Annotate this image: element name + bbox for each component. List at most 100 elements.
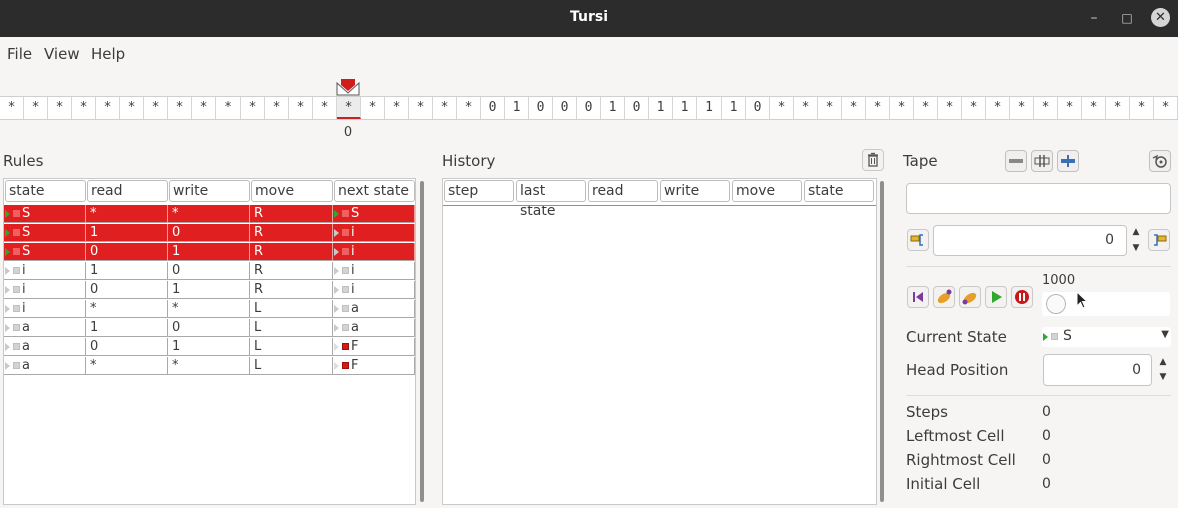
reset-view-button[interactable] bbox=[1149, 150, 1171, 172]
rule-cell-state[interactable]: a bbox=[4, 338, 86, 356]
rule-cell-move[interactable]: R bbox=[250, 262, 333, 280]
current-state-select[interactable]: S ▼ bbox=[1042, 327, 1171, 347]
rule-cell-write[interactable]: 0 bbox=[168, 319, 250, 337]
head-position-down-icon[interactable]: ▼ bbox=[1154, 372, 1172, 382]
rules-column-header[interactable]: write bbox=[169, 180, 250, 202]
rule-cell-read[interactable]: 0 bbox=[86, 243, 168, 261]
reset-button[interactable] bbox=[907, 286, 929, 308]
write-right-button[interactable] bbox=[1148, 229, 1170, 251]
rule-row[interactable]: i * * La bbox=[4, 300, 415, 318]
rule-cell-write[interactable]: * bbox=[168, 300, 250, 318]
rule-cell-next-state[interactable]: F bbox=[333, 338, 415, 356]
rule-cell-state[interactable]: i bbox=[4, 262, 86, 280]
tape-cell[interactable]: * bbox=[192, 97, 216, 119]
tape-cell[interactable]: * bbox=[1058, 97, 1082, 119]
rule-cell-move[interactable]: R bbox=[250, 224, 333, 242]
clear-history-button[interactable] bbox=[862, 149, 884, 171]
tape-cell[interactable]: 1 bbox=[697, 97, 722, 119]
stop-button[interactable] bbox=[1011, 286, 1033, 308]
tape-cell[interactable]: * bbox=[794, 97, 818, 119]
tape-cell[interactable]: 1 bbox=[722, 97, 746, 119]
tape-cell[interactable]: 1 bbox=[649, 97, 673, 119]
tape-cell[interactable]: * bbox=[1154, 97, 1178, 119]
rules-scrollbar[interactable] bbox=[420, 181, 424, 502]
tape-cell[interactable]: 0 bbox=[746, 97, 770, 119]
position-down-icon[interactable]: ▼ bbox=[1127, 243, 1145, 253]
tape-cell[interactable]: * bbox=[144, 97, 168, 119]
tape-cell[interactable]: * bbox=[866, 97, 890, 119]
rule-row[interactable]: a 1 0 La bbox=[4, 319, 415, 337]
rule-cell-write[interactable]: 0 bbox=[168, 224, 250, 242]
tape-cell[interactable]: * bbox=[1010, 97, 1034, 119]
rule-cell-next-state[interactable]: F bbox=[333, 357, 415, 375]
rule-cell-move[interactable]: L bbox=[250, 357, 333, 375]
rule-row[interactable]: S 1 0 Ri bbox=[4, 224, 415, 242]
rule-row[interactable]: S * * R S bbox=[4, 205, 415, 223]
rules-table[interactable]: state read write move next state S * * R S S 1 0 Ri S… bbox=[3, 178, 416, 505]
tape-cell[interactable]: 1 bbox=[505, 97, 529, 119]
rule-cell-read[interactable]: * bbox=[86, 300, 168, 318]
minimize-icon[interactable]: – bbox=[1085, 9, 1103, 27]
rules-column-header[interactable]: read bbox=[87, 180, 168, 202]
tape-cell[interactable]: * bbox=[265, 97, 289, 119]
history-scrollbar[interactable] bbox=[880, 181, 884, 502]
position-up-icon[interactable]: ▲ bbox=[1127, 227, 1145, 237]
position-field[interactable]: 0 bbox=[933, 225, 1127, 256]
tape-cell[interactable]: 0 bbox=[553, 97, 577, 119]
rule-cell-move[interactable]: R bbox=[250, 243, 333, 261]
tape-head-cell[interactable]: * bbox=[337, 97, 361, 119]
rule-cell-state[interactable]: i bbox=[4, 281, 86, 299]
tape-cell[interactable]: * bbox=[241, 97, 265, 119]
history-column-header[interactable]: step bbox=[444, 180, 514, 202]
history-column-header[interactable]: last state bbox=[516, 180, 586, 219]
rule-row[interactable]: i 1 0 Ri bbox=[4, 262, 415, 280]
tape-cell[interactable]: * bbox=[962, 97, 986, 119]
tape-cell[interactable]: * bbox=[72, 97, 96, 119]
rule-cell-read[interactable]: 0 bbox=[86, 338, 168, 356]
rule-cell-write[interactable]: * bbox=[168, 357, 250, 375]
menu-view[interactable]: View bbox=[44, 45, 80, 63]
maximize-icon[interactable]: □ bbox=[1118, 9, 1136, 27]
rules-column-header[interactable]: move bbox=[251, 180, 333, 202]
rule-cell-read[interactable]: 0 bbox=[86, 281, 168, 299]
rule-cell-next-state[interactable]: a bbox=[333, 319, 415, 337]
history-column-header[interactable]: write bbox=[660, 180, 730, 202]
tape-cell[interactable]: 0 bbox=[481, 97, 505, 119]
rule-cell-read[interactable]: 1 bbox=[86, 262, 168, 280]
rule-cell-state[interactable]: S bbox=[4, 224, 86, 242]
tape-cell[interactable]: * bbox=[1130, 97, 1154, 119]
speed-slider[interactable] bbox=[1042, 292, 1170, 316]
tape-cell[interactable]: * bbox=[216, 97, 241, 119]
history-column-header[interactable]: state bbox=[804, 180, 874, 202]
rule-cell-write[interactable]: 1 bbox=[168, 243, 250, 261]
tape-cell[interactable]: * bbox=[385, 97, 409, 119]
rule-cell-state[interactable]: S bbox=[4, 205, 86, 223]
tape-cell[interactable]: * bbox=[457, 97, 481, 119]
run-button[interactable] bbox=[985, 286, 1007, 308]
tape-cell[interactable]: * bbox=[1034, 97, 1058, 119]
rule-cell-move[interactable]: L bbox=[250, 300, 333, 318]
rule-cell-state[interactable]: i bbox=[4, 300, 86, 318]
head-position-field[interactable]: 0 bbox=[1043, 354, 1152, 386]
tape-cell[interactable]: * bbox=[120, 97, 144, 119]
history-column-header[interactable]: move bbox=[732, 180, 802, 202]
history-column-header[interactable]: read bbox=[588, 180, 658, 202]
rule-cell-read[interactable]: 1 bbox=[86, 319, 168, 337]
center-tape-button[interactable] bbox=[1057, 150, 1079, 172]
close-icon[interactable]: ✕ bbox=[1151, 8, 1170, 27]
tape-cell[interactable]: * bbox=[842, 97, 866, 119]
tape-cell[interactable]: * bbox=[1082, 97, 1106, 119]
head-position-up-icon[interactable]: ▲ bbox=[1154, 357, 1172, 367]
grid-tape-button[interactable] bbox=[1031, 150, 1053, 172]
tape-cell[interactable]: * bbox=[770, 97, 794, 119]
tape-cell[interactable]: * bbox=[890, 97, 914, 119]
tape-cell[interactable]: * bbox=[168, 97, 192, 119]
rule-cell-next-state[interactable]: i bbox=[333, 243, 415, 261]
tape-cell[interactable]: * bbox=[818, 97, 842, 119]
rule-cell-write[interactable]: 0 bbox=[168, 262, 250, 280]
tape-cell[interactable]: * bbox=[433, 97, 457, 119]
rule-cell-state[interactable]: a bbox=[4, 357, 86, 375]
tape-cell[interactable]: * bbox=[914, 97, 938, 119]
tape-cell[interactable]: 0 bbox=[529, 97, 553, 119]
menu-help[interactable]: Help bbox=[91, 45, 125, 63]
